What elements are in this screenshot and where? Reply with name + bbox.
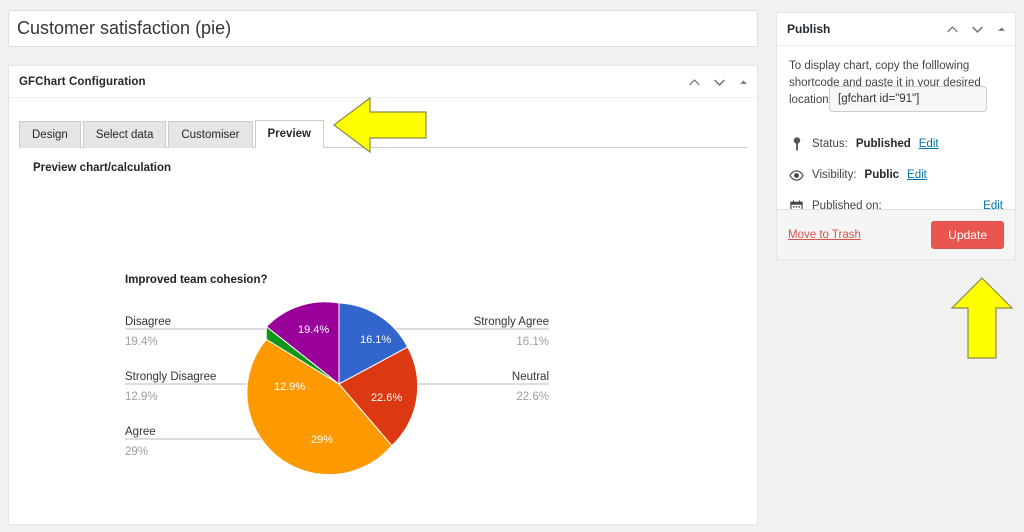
update-button[interactable]: Update (931, 220, 1004, 249)
annotation-arrow-up (950, 277, 1014, 359)
publish-panel-header: Publish (777, 13, 1015, 46)
visibility-row: Visibility: Public Edit (789, 166, 1003, 184)
slice-label-neutral: 22.6% (371, 392, 402, 404)
tab-preview[interactable]: Preview (254, 120, 324, 148)
eye-icon (789, 169, 804, 181)
move-to-trash-link[interactable]: Move to Trash (788, 229, 861, 241)
pin-icon (789, 137, 804, 151)
legend-name-agree: Agree (125, 426, 156, 438)
chevron-down-icon[interactable] (713, 76, 726, 89)
slice-label-disagree: 19.4% (298, 324, 329, 336)
publish-panel-footer: Move to Trash Update (777, 209, 1015, 259)
legend-name-strongly-disagree: Strongly Disagree (125, 371, 216, 383)
visibility-edit-link[interactable]: Edit (907, 169, 927, 181)
chevron-down-icon[interactable] (971, 23, 984, 36)
config-tabbar: Design Select data Customiser Preview (19, 113, 747, 148)
tab-customiser[interactable]: Customiser (168, 121, 253, 148)
slice-label-strongly-disagree: 12.9% (274, 381, 305, 393)
publish-panel-title: Publish (787, 22, 831, 36)
tab-select-data[interactable]: Select data (82, 121, 167, 148)
legend-value-neutral: 22.6% (516, 391, 549, 403)
gfchart-configuration-panel: GFChart Configuration Design Select data… (8, 65, 758, 525)
toggle-triangle-icon[interactable] (738, 77, 749, 88)
visibility-value: Public (864, 169, 900, 181)
preview-caption: Preview chart/calculation (33, 162, 172, 174)
shortcode-value-box[interactable]: [gfchart id="91"] (829, 86, 987, 112)
post-title-wrapper (8, 10, 758, 47)
publish-panel: Publish To display chart, copy the folll… (776, 12, 1016, 260)
toggle-triangle-icon[interactable] (996, 24, 1007, 35)
publish-header-icons (946, 13, 1007, 45)
chevron-up-icon[interactable] (946, 23, 959, 36)
chevron-up-icon[interactable] (688, 76, 701, 89)
legend-value-strongly-disagree: 12.9% (125, 391, 158, 403)
legend-name-neutral: Neutral (512, 371, 549, 383)
legend-value-strongly-agree: 16.1% (516, 336, 549, 348)
legend-name-strongly-agree: Strongly Agree (474, 316, 549, 328)
publish-panel-body: To display chart, copy the folllowing sh… (777, 46, 1015, 215)
metabox-header: GFChart Configuration (9, 66, 757, 98)
status-edit-link[interactable]: Edit (919, 138, 939, 150)
tab-design[interactable]: Design (19, 121, 81, 148)
metabox-header-icons (688, 66, 749, 98)
page-root: GFChart Configuration Design Select data… (0, 0, 1024, 532)
metabox-title: GFChart Configuration (19, 75, 146, 88)
legend-name-disagree: Disagree (125, 316, 171, 328)
status-label: Status: (812, 138, 848, 150)
post-title-input[interactable] (8, 10, 758, 47)
status-value: Published (855, 138, 911, 150)
slice-label-strongly-agree: 16.1% (360, 334, 391, 346)
chart-preview-area: Improved team cohesion? 16.1% 22.6% 29% … (9, 251, 757, 501)
visibility-label: Visibility: (812, 169, 857, 181)
pie-chart: 16.1% 22.6% 29% 12.9% 19.4% Disagree 19.… (125, 301, 549, 476)
legend-value-disagree: 19.4% (125, 336, 158, 348)
slice-label-agree: 29% (311, 434, 333, 446)
legend-value-agree: 29% (125, 446, 148, 458)
status-row: Status: Published Edit (789, 135, 1003, 153)
